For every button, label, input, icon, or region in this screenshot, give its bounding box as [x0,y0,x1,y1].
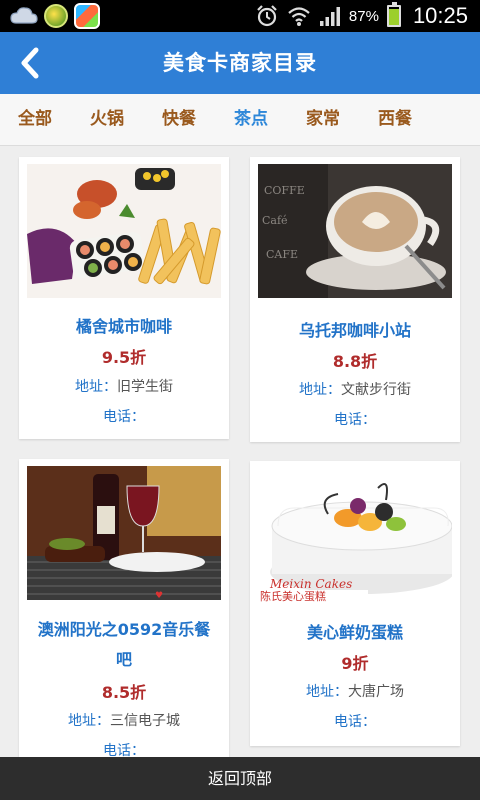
tab-all[interactable]: 全部 [18,94,52,146]
merchant-name-line2[interactable]: 吧 [19,645,229,675]
merchant-phone: 电话： [250,711,460,731]
merchant-name[interactable]: 乌托邦咖啡小站 [250,316,460,346]
merchant-discount: 9.5折 [101,348,147,367]
address-label: 地址： [299,382,341,398]
merchant-address: 地址：大唐广场 [250,681,460,701]
battery-level [388,9,399,25]
svg-text:Café: Café [262,214,288,227]
address-value: 大唐广场 [348,684,404,700]
watermark-text: Meixin Cakes [269,577,352,591]
tab-teahouse[interactable]: 茶点 [234,94,268,146]
merchant-photo[interactable]: ♥ [27,466,221,600]
page-title: 美食卡商家目录 [163,51,317,75]
phone-label: 电话： [103,409,145,425]
watermark-text: ♥ [155,591,163,600]
title-bar: 美食卡商家目录 [0,32,480,94]
caption-text: 陈氏美心蛋糕 [260,589,326,602]
tab-western[interactable]: 西餐 [378,94,412,146]
system-status: 87% 10:25 [255,0,468,32]
status-bar: 87% 10:25 [0,0,480,32]
merchant-card[interactable]: 橘舍城市咖啡 9.5折 地址：旧学生街 电话： [19,157,229,439]
merchant-card[interactable]: ♥ 澳洲阳光之0592音乐餐 吧 8.5折 地址：三信电子城 电话： [19,459,229,759]
back-to-top-button[interactable]: 返回顶部 [0,757,480,800]
address-value: 文献步行街 [341,382,411,398]
tab-homestyle[interactable]: 家常 [306,94,340,146]
clock: 10:25 [412,3,468,28]
alarm-clock-icon [257,5,277,27]
merchant-address: 地址：三信电子城 [19,710,229,730]
battery-percent: 87% [348,7,379,25]
notification-icons [10,3,100,29]
merchant-name[interactable]: 美心鲜奶蛋糕 [250,618,460,648]
address-label: 地址： [75,379,117,395]
merchant-address: 地址：文献步行街 [250,379,460,399]
address-label: 地址： [68,713,110,729]
merchant-address: 地址：旧学生街 [19,376,229,396]
merchant-phone: 电话： [250,409,460,429]
tab-hotpot[interactable]: 火锅 [90,94,124,146]
merchant-photo[interactable]: COFFE Café CAFE [258,164,452,298]
address-label: 地址： [306,684,348,700]
merchant-name-line1[interactable]: 澳洲阳光之0592音乐餐 [19,615,229,645]
address-value: 三信电子城 [110,713,180,729]
back-button[interactable] [0,32,60,94]
phone-label: 电话： [334,714,376,730]
phone-label: 电话： [334,412,376,428]
address-value: 旧学生街 [117,379,173,395]
merchant-phone: 电话： [19,406,229,426]
weather-cloud-icon [10,7,38,24]
merchant-name[interactable]: 橘舍城市咖啡 [19,312,229,342]
merchant-discount: 8.8折 [332,352,378,371]
merchant-discount: 8.5折 [101,683,147,702]
tab-fastfood[interactable]: 快餐 [162,94,196,146]
wifi-icon [288,7,310,26]
signal-bars-icon [319,7,340,26]
svg-text:CAFE: CAFE [266,248,298,261]
merchant-photo[interactable]: Meixin Cakes 陈氏美心蛋糕 [258,468,452,602]
merchant-photo[interactable] [27,164,221,298]
battery-icon [386,2,401,27]
category-tabs: 全部 火锅 快餐 茶点 家常 西餐 [0,94,480,146]
chevron-left-icon [21,47,39,79]
merchant-card[interactable]: COFFE Café CAFE 乌托邦咖啡小站 8.8折 地址：文献步行街 电话： [250,157,460,442]
game-ball-icon [44,4,68,28]
merchant-name[interactable]: 澳洲阳光之0592音乐餐 吧 [19,615,229,675]
app-store-icon [74,3,100,29]
merchant-card[interactable]: Meixin Cakes 陈氏美心蛋糕 美心鲜奶蛋糕 9折 地址：大唐广场 电话… [250,461,460,746]
svg-text:COFFE: COFFE [264,184,305,197]
merchant-discount: 9折 [341,654,369,673]
